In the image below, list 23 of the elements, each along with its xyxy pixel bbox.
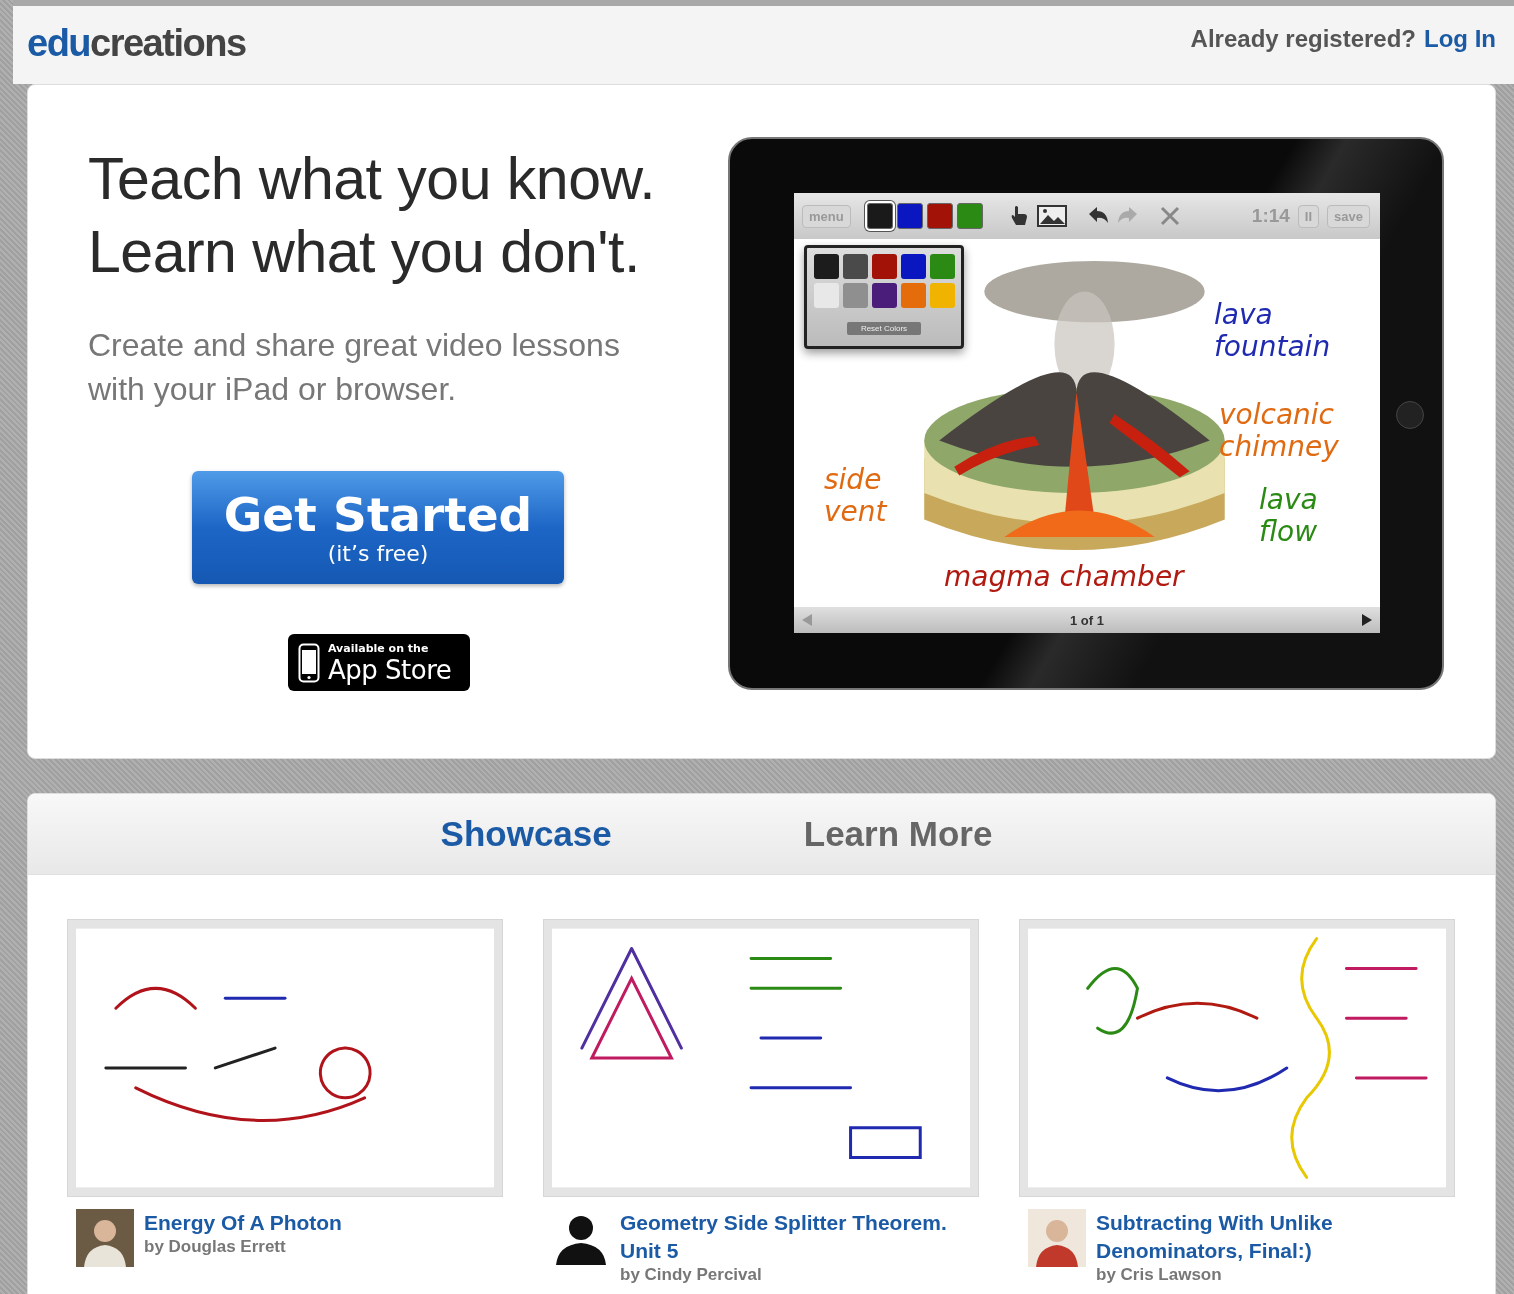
reset-colors-button[interactable]: Reset Colors — [846, 322, 922, 335]
lesson-title-link[interactable]: Subtracting With Unlike Denominators, Final:) — [1096, 1209, 1455, 1265]
recording-timer: 1:14 — [1251, 205, 1290, 227]
annotation-label: magma chamber — [944, 561, 1184, 593]
login-link[interactable]: Log In — [1424, 25, 1496, 53]
logo[interactable]: educreations — [27, 22, 246, 65]
tab[interactable]: Showcase — [434, 813, 618, 855]
app-store-badge[interactable]: Available on the App Store — [288, 634, 470, 691]
lesson-title-link[interactable]: Energy Of A Photon — [144, 1209, 342, 1237]
get-started-button[interactable]: Get Started (it’s free) — [192, 471, 564, 584]
annotation-label: side vent — [824, 464, 887, 528]
annotation-label: lava flow — [1259, 484, 1318, 548]
annotation-label: lava fountain — [1214, 299, 1331, 363]
tab[interactable]: Learn More — [797, 813, 999, 855]
lesson-author: by Douglas Errett — [144, 1237, 287, 1257]
lesson-title-link[interactable]: Geometry Side Splitter Theorem. Unit 5 — [620, 1209, 979, 1265]
login-prompt: Already registered? — [1190, 25, 1416, 53]
headline: Teach what you know. Learn what you don't. — [88, 145, 657, 287]
subtitle: Create and share great video lessons with your iPad or browser. — [88, 326, 621, 409]
annotation-label: volcanic chimney — [1219, 399, 1339, 463]
lesson-author: by Cris Lawson — [1096, 1265, 1223, 1285]
lesson-author: by Cindy Percival — [620, 1265, 763, 1285]
page-indicator: 1 of 1 — [1070, 612, 1104, 628]
